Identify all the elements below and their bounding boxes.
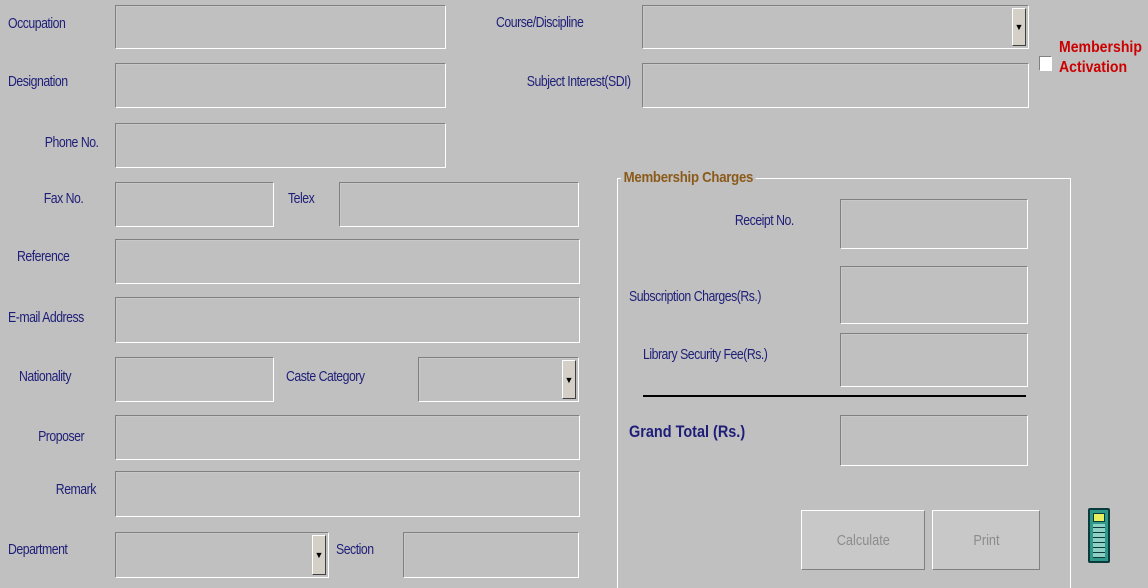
remark-field[interactable] (115, 471, 580, 517)
email-label: E-mail Address (8, 309, 84, 326)
phone-field[interactable] (115, 123, 446, 168)
caste-category-dropdown[interactable]: ▼ (418, 357, 579, 402)
fax-label: Fax No. (43, 190, 83, 207)
receipt-no-label: Receipt No. (735, 212, 794, 229)
fax-field[interactable] (115, 182, 274, 227)
nationality-label: Nationality (19, 368, 72, 385)
section-field[interactable] (403, 532, 579, 578)
designation-field[interactable] (115, 63, 446, 108)
calculator-icon[interactable] (1088, 508, 1110, 563)
library-security-fee-field[interactable] (840, 333, 1028, 387)
nationality-field[interactable] (115, 357, 274, 402)
subject-interest-field[interactable] (642, 63, 1029, 108)
chevron-down-icon[interactable]: ▼ (562, 360, 576, 399)
section-label: Section (336, 541, 374, 558)
receipt-no-field[interactable] (840, 199, 1028, 249)
reference-label: Reference (17, 248, 70, 265)
chevron-down-icon[interactable]: ▼ (1012, 8, 1026, 46)
calculate-button[interactable]: Calculate (801, 510, 925, 570)
department-label: Department (8, 541, 68, 558)
department-dropdown[interactable]: ▼ (115, 532, 329, 578)
membership-activation-label: Membership Activation (1059, 39, 1142, 76)
designation-label: Designation (8, 73, 68, 90)
calculator-screen (1093, 513, 1105, 522)
occupation-field[interactable] (115, 5, 446, 49)
membership-charges-title: Membership Charges (621, 169, 756, 186)
subscription-charges-label: Subscription Charges(Rs.) (629, 288, 761, 305)
reference-field[interactable] (115, 239, 580, 284)
caste-category-label: Caste Category (286, 368, 365, 385)
calculator-keys (1093, 524, 1105, 558)
remark-label: Remark (55, 481, 97, 498)
phone-label: Phone No. (44, 134, 98, 151)
proposer-label: Proposer (38, 428, 84, 445)
subject-interest-label: Subject Interest(SDI) (527, 73, 631, 90)
course-discipline-dropdown[interactable]: ▼ (642, 5, 1029, 49)
divider (643, 395, 1026, 397)
grand-total-label: Grand Total (Rs.) (629, 422, 746, 441)
chevron-down-icon[interactable]: ▼ (312, 535, 326, 575)
grand-total-field[interactable] (840, 415, 1028, 466)
telex-label: Telex (288, 190, 315, 207)
subscription-charges-field[interactable] (840, 266, 1028, 324)
telex-field[interactable] (339, 182, 579, 227)
print-button[interactable]: Print (932, 510, 1040, 570)
proposer-field[interactable] (115, 415, 580, 460)
course-discipline-label: Course/Discipline (496, 14, 584, 31)
membership-activation-checkbox[interactable] (1039, 56, 1052, 71)
occupation-label: Occupation (8, 15, 66, 32)
email-field[interactable] (115, 297, 580, 343)
library-security-fee-label: Library Security Fee(Rs.) (643, 346, 768, 363)
